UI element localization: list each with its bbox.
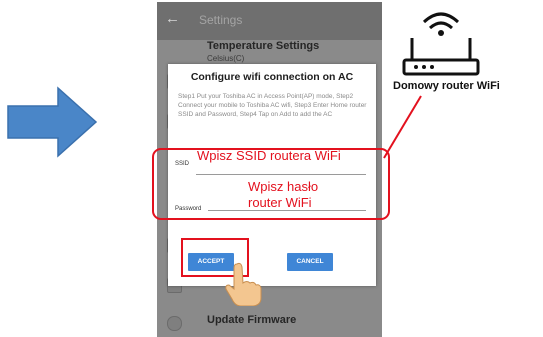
dialog-instructions: Step1 Put your Toshiba AC in Access Poin… xyxy=(178,93,367,118)
temperature-unit-label: Celsius(C) xyxy=(207,54,245,63)
wifi-router-icon xyxy=(402,12,480,76)
update-firmware-label[interactable]: Update Firmware xyxy=(207,314,296,326)
dialog-title: Configure wifi connection on AC xyxy=(190,71,354,83)
pointing-hand-icon xyxy=(225,262,262,306)
password-hint: Wpisz hasło router WiFi xyxy=(248,179,319,210)
app-bar: ← Settings xyxy=(157,2,382,40)
router-label: Domowy router WiFi xyxy=(393,80,500,92)
temperature-settings-label: Temperature Settings xyxy=(207,40,320,52)
cancel-button[interactable]: CANCEL xyxy=(287,253,333,271)
ssid-hint: Wpisz SSID routera WiFi xyxy=(197,148,341,163)
right-arrow-icon xyxy=(7,86,98,158)
update-firmware-icon xyxy=(167,316,182,331)
app-bar-title: Settings xyxy=(199,13,243,27)
back-arrow-icon[interactable]: ← xyxy=(165,10,180,27)
